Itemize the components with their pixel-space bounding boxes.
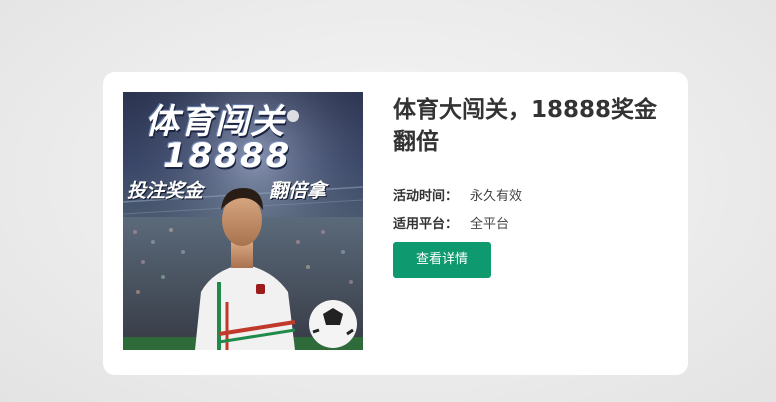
platform-value: 全平台 — [470, 217, 510, 232]
view-details-button[interactable]: 查看详情 — [393, 242, 491, 278]
platform-row: 适用平台： 全平台 — [393, 213, 509, 232]
promotion-banner-image[interactable]: 体育闯关 18888 投注奖金 翻倍拿 — [123, 92, 363, 350]
promotion-card: 体育闯关 18888 投注奖金 翻倍拿 体育大闯关，18888奖金翻倍 活动时间… — [103, 72, 688, 375]
activity-time-row: 活动时间： 永久有效 — [393, 185, 522, 204]
activity-time-label: 活动时间： — [393, 189, 459, 204]
banner-text-overlay: 体育闯关 18888 投注奖金 翻倍拿 — [123, 92, 363, 350]
activity-time-value: 永久有效 — [470, 189, 523, 204]
platform-label: 适用平台： — [393, 217, 459, 232]
promotion-title: 体育大闯关，18888奖金翻倍 — [393, 97, 658, 155]
banner-amount: 18888 — [163, 136, 292, 176]
banner-subtitle-right: 翻倍拿 — [269, 180, 327, 202]
banner-subtitle-left: 投注奖金 — [127, 180, 204, 202]
